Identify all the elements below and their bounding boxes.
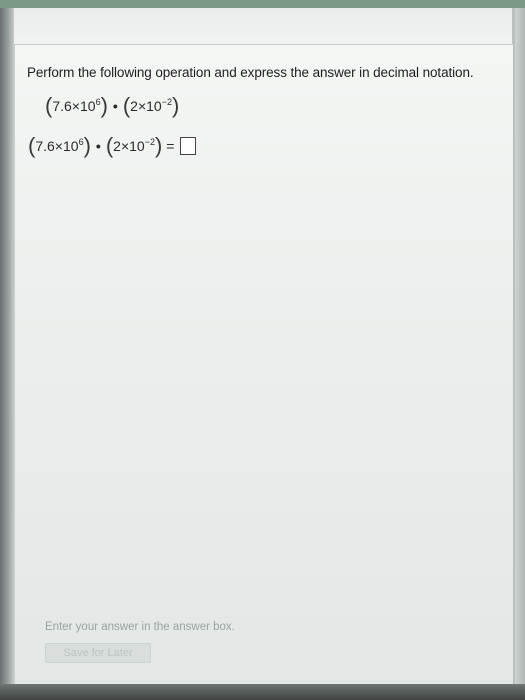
close-paren: ) <box>171 93 180 118</box>
term1-coefficient: 7.6 <box>52 98 72 114</box>
times-sign: × <box>71 98 80 114</box>
close-paren: ) <box>154 133 163 158</box>
expression-display: ( 7.6 × 10 6 ) • ( 2 × 10 −2 ) <box>45 95 179 117</box>
screen-bezel-bottom <box>0 684 525 700</box>
times-sign: × <box>120 138 130 154</box>
open-paren: ( <box>28 133 36 158</box>
screen-bezel-right <box>515 8 525 700</box>
term1-coefficient: 7.6 <box>35 138 55 154</box>
answer-expression: ( 7.6 × 10 6 ) • ( 2 × 10 −2 ) = <box>28 133 197 158</box>
term2-coefficient: 2 <box>113 138 121 154</box>
term2-base: 10 <box>146 98 162 114</box>
term1-exponent: 6 <box>78 137 84 147</box>
times-sign: × <box>54 138 63 154</box>
window-top-bar <box>0 0 525 8</box>
header-strip <box>14 8 512 44</box>
term2-coefficient: 2 <box>130 98 138 114</box>
question-prompt: Perform the following operation and expr… <box>27 65 474 80</box>
multiply-dot: • <box>112 98 118 114</box>
screen-bezel-left <box>0 8 14 700</box>
multiply-dot: • <box>95 138 101 154</box>
open-paren: ( <box>45 93 53 118</box>
equals-sign: = <box>166 138 175 154</box>
answer-instruction: Enter your answer in the answer box. <box>45 621 235 633</box>
open-paren: ( <box>105 133 114 158</box>
question-panel: Perform the following operation and expr… <box>14 44 513 685</box>
term1-base: 10 <box>62 138 79 154</box>
term1-base: 10 <box>79 98 96 114</box>
close-paren: ) <box>100 93 108 118</box>
times-sign: × <box>137 98 147 114</box>
save-for-later-button[interactable]: Save for Later <box>45 643 151 663</box>
term2-exponent: −2 <box>144 137 155 147</box>
term2-base: 10 <box>129 138 145 154</box>
open-paren: ( <box>122 93 131 118</box>
close-paren: ) <box>83 133 91 158</box>
term1-exponent: 6 <box>95 97 101 107</box>
answer-input-box[interactable] <box>180 137 197 155</box>
term2-exponent: −2 <box>161 97 172 107</box>
